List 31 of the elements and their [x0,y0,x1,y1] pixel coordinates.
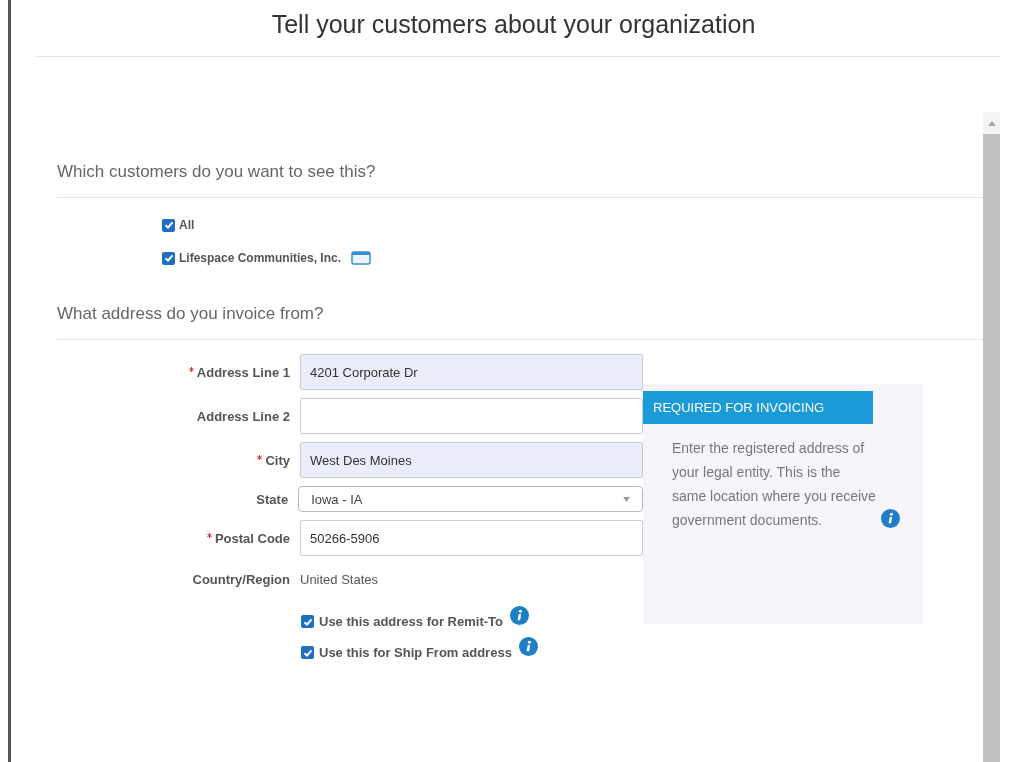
section-heading: What address do you invoice from? [57,304,324,323]
checkbox[interactable] [301,646,314,659]
info-badge: REQUIRED FOR INVOICING [643,391,873,424]
field-label: Country/Region [192,571,290,587]
field-value: United States [300,571,379,587]
scrollbar[interactable] [983,112,1000,762]
info-icon[interactable] [518,637,538,656]
checkbox[interactable] [162,218,175,232]
card-icon[interactable] [351,250,372,266]
input-field[interactable]: 4201 Corporate Dr [300,354,643,390]
info-text: Enter the registered address of your legal entity. This is the same location where you receive government documents. [672,439,877,530]
input-field[interactable]: West Des Moines [300,442,643,478]
field-label: City [265,452,290,468]
caret-icon [623,496,630,502]
page-title: Tell your customers about your organization [271,10,756,40]
checkbox[interactable] [162,251,175,265]
field-label: Address Line 1 [196,364,290,380]
checkbox[interactable] [301,615,314,628]
field-label: Postal Code [214,530,290,546]
state-dropdown[interactable]: Iowa - IA [298,486,643,512]
info-icon[interactable] [881,509,900,528]
field-label: Address Line 2 [196,408,290,424]
input-field[interactable] [300,398,643,434]
section-heading: Which customers do you want to see this? [57,162,376,181]
checkbox-label: Use this for Ship From address [319,645,512,660]
checkbox-label: All [179,218,195,232]
input-field[interactable]: 50266-5906 [300,520,643,556]
checkbox-label: Use this address for Remit-To [319,614,503,629]
info-icon[interactable] [509,606,529,625]
checkbox-label: Lifespace Communities, Inc. [179,251,342,265]
field-label: State [256,491,289,507]
